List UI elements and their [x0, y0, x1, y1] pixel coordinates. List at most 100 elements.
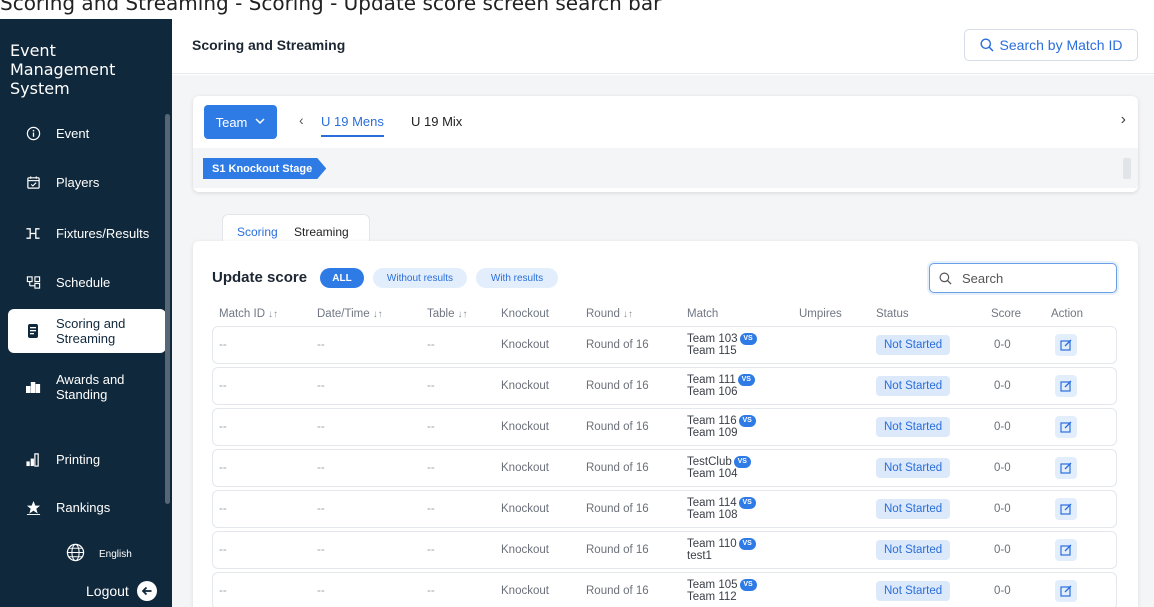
label-line: Standing — [56, 387, 108, 402]
column-header-label: Score — [991, 308, 1022, 320]
score-cell: 0-0 — [994, 544, 1011, 556]
column-header-action: Action — [1051, 308, 1083, 320]
table-row[interactable]: -- -- -- Knockout Round of 16 Team 114 VS… — [212, 490, 1117, 528]
table-row[interactable]: -- -- -- Knockout Round of 16 Team 111 VS… — [212, 367, 1117, 405]
sort-icon: ↓↑ — [372, 309, 383, 320]
sidebar-item-schedule[interactable]: Schedule — [0, 260, 172, 304]
match-cell: Team 110 VS test1 — [687, 532, 756, 568]
sidebar-item-players[interactable]: Players — [0, 160, 172, 204]
sort-icon: ↓↑ — [622, 309, 633, 320]
round-cell: Round of 16 — [586, 421, 649, 433]
knockout-cell: Knockout — [501, 421, 549, 433]
chevron-right-icon[interactable]: › — [1121, 111, 1126, 129]
column-header-date-time[interactable]: Date/Time ↓↑ — [317, 308, 383, 320]
edit-button[interactable] — [1055, 416, 1077, 438]
knockout-cell: Knockout — [501, 544, 549, 556]
table-row[interactable]: -- -- -- Knockout Round of 16 Team 105 VS… — [212, 572, 1117, 607]
search-icon — [939, 272, 952, 285]
sidebar-scrollbar[interactable] — [165, 114, 170, 504]
column-header-label: Match — [687, 308, 719, 320]
column-header-table[interactable]: Table ↓↑ — [427, 308, 468, 320]
match-cell: Team 116 VS Team 109 — [687, 409, 756, 445]
knockout-cell: Knockout — [501, 585, 549, 597]
team-b-name: Team 115 — [687, 345, 737, 357]
logout-button[interactable]: Logout — [86, 581, 157, 601]
status-cell: Not Started — [876, 327, 951, 363]
team-b-name: Team 104 — [687, 468, 738, 480]
search-input[interactable] — [962, 270, 1102, 286]
tab-scoring[interactable]: Scoring — [237, 225, 278, 239]
search-by-match-id-label: Search by Match ID — [999, 37, 1123, 53]
column-header-round[interactable]: Round ↓↑ — [586, 308, 633, 320]
filter-without-results[interactable]: Without results — [373, 268, 467, 288]
round-cell: Round of 16 — [586, 380, 649, 392]
table-row[interactable]: -- -- -- Knockout Round of 16 Team 103 VS… — [212, 326, 1117, 364]
chevron-left-icon[interactable]: ‹ — [299, 112, 304, 128]
column-header-match: Match — [687, 308, 718, 320]
sidebar-item-awards-and-standing[interactable]: Awards and Standing — [0, 365, 172, 409]
table-row[interactable]: -- -- -- Knockout Round of 16 TestClub VS… — [212, 449, 1117, 487]
language-selector[interactable]: English — [66, 543, 132, 565]
sidebar-item-rankings[interactable]: Rankings — [0, 485, 172, 529]
logout-label: Logout — [86, 583, 129, 599]
table-cell: -- — [427, 421, 435, 433]
edit-icon — [1060, 380, 1072, 392]
sidebar-item-scoring-and-streaming[interactable]: Scoring and Streaming — [8, 309, 166, 353]
match-id-cell: -- — [219, 339, 227, 351]
vs-badge: VS — [738, 415, 756, 427]
globe-icon — [66, 543, 85, 565]
edit-icon — [1060, 421, 1072, 433]
filter-all[interactable]: ALL — [320, 268, 364, 288]
status-cell: Not Started — [876, 532, 951, 568]
team-b-name: Team 112 — [687, 591, 737, 603]
vs-badge: VS — [738, 538, 756, 550]
column-header-knockout: Knockout — [501, 308, 549, 320]
datetime-cell: -- — [317, 503, 325, 515]
sidebar-item-label: Fixtures/Results — [56, 225, 150, 241]
screen-caption: Scoring and Streaming - Scoring - Update… — [0, 0, 662, 15]
knockout-cell: Knockout — [501, 380, 549, 392]
match-cell: TestClub VS Team 104 — [687, 450, 751, 486]
team-a-line: Team 105 VS — [687, 579, 757, 591]
stage-tag-s1-knockout[interactable]: S1 Knockout Stage — [203, 158, 326, 179]
column-header-match-id[interactable]: Match ID ↓↑ — [219, 308, 278, 320]
filter-with-results[interactable]: With results — [476, 268, 558, 288]
stage-strip-scrollbar[interactable] — [1123, 158, 1131, 179]
action-cell — [1055, 368, 1077, 404]
tab-streaming[interactable]: Streaming — [294, 225, 349, 239]
round-cell: Round of 16 — [586, 339, 649, 351]
team-dropdown-button[interactable]: Team — [204, 105, 277, 139]
datetime-cell: -- — [317, 462, 325, 474]
search-by-match-id-button[interactable]: Search by Match ID — [964, 29, 1138, 61]
edit-button[interactable] — [1055, 457, 1077, 479]
status-badge: Not Started — [876, 581, 951, 601]
main-content: Team ‹ U 19 Mens U 19 Mix › S1 Knockout … — [172, 75, 1154, 607]
sidebar-item-event[interactable]: Event — [0, 111, 172, 155]
brand-line: System — [10, 79, 70, 98]
status-cell: Not Started — [876, 491, 951, 527]
score-cell: 0-0 — [994, 421, 1011, 433]
status-badge: Not Started — [876, 417, 951, 437]
sidebar-item-printing[interactable]: Printing — [0, 437, 172, 481]
score-search-box[interactable] — [929, 263, 1117, 293]
edit-button[interactable] — [1055, 539, 1077, 561]
edit-button[interactable] — [1055, 334, 1077, 356]
vs-badge: VS — [738, 497, 756, 509]
sort-icon: ↓↑ — [268, 309, 279, 320]
score-cell: 0-0 — [994, 339, 1011, 351]
table-row[interactable]: -- -- -- Knockout Round of 16 Team 116 VS… — [212, 408, 1117, 446]
sidebar-item-label: Event — [56, 125, 90, 141]
sidebar-item-fixtures-results[interactable]: Fixtures/Results — [0, 211, 172, 255]
tab-u19-mens[interactable]: U 19 Mens — [321, 114, 384, 137]
edit-button[interactable] — [1055, 375, 1077, 397]
edit-button[interactable] — [1055, 498, 1077, 520]
edit-button[interactable] — [1055, 580, 1077, 602]
action-cell — [1055, 532, 1077, 568]
score-cell: 0-0 — [994, 462, 1011, 474]
label-line: Streaming — [56, 331, 116, 346]
table-row[interactable]: -- -- -- Knockout Round of 16 Team 110 VS… — [212, 531, 1117, 569]
match-id-cell: -- — [219, 544, 227, 556]
language-label: English — [99, 548, 132, 560]
match-id-cell: -- — [219, 585, 227, 597]
tab-u19-mix[interactable]: U 19 Mix — [411, 114, 462, 129]
